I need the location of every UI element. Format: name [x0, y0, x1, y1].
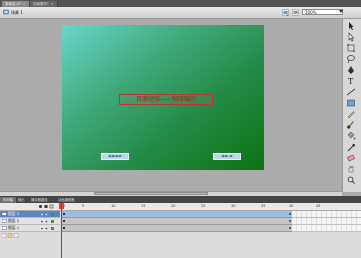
frame-number: 20	[171, 204, 176, 208]
pencil-tool-icon[interactable]	[345, 109, 357, 119]
svg-text:T: T	[348, 77, 354, 86]
scene-icon	[3, 9, 9, 15]
close-icon[interactable]: ×	[23, 2, 26, 6]
zoom-select[interactable]: 100%	[302, 9, 343, 15]
line-tool-icon[interactable]	[345, 87, 357, 97]
stage-button-left[interactable]: ▬▬▬▬	[101, 153, 129, 160]
playhead[interactable]	[61, 203, 62, 258]
layer-name[interactable]: 图层 3	[8, 211, 19, 217]
outline-icon	[49, 204, 54, 209]
edit-scene-icon[interactable]	[282, 9, 289, 16]
layer-row-3[interactable]: 图层 3	[0, 211, 60, 218]
new-folder-icon	[7, 233, 13, 238]
layer-toggles[interactable]	[40, 226, 58, 230]
layer-icon	[2, 219, 7, 223]
lasso-tool-icon[interactable]	[345, 54, 357, 64]
rectangle-tool-icon[interactable]	[345, 98, 357, 108]
zoom-tool-icon[interactable]	[345, 175, 357, 185]
layer-controls-header[interactable]	[38, 204, 60, 209]
paint-bucket-tool-icon[interactable]	[345, 131, 357, 141]
pen-tool-icon[interactable]	[345, 65, 357, 75]
end-frame-marker	[289, 213, 291, 215]
eyedropper-tool-icon[interactable]	[345, 142, 357, 152]
selection-tool-icon[interactable]	[345, 21, 357, 31]
frame-number: 40	[289, 204, 294, 208]
chevron-down-icon[interactable]	[339, 10, 343, 13]
frame-number: 25	[201, 204, 206, 208]
free-transform-tool-icon[interactable]	[345, 43, 357, 53]
end-frame-marker	[289, 220, 291, 222]
new-layer-icon	[2, 233, 7, 238]
keyframe[interactable]	[63, 220, 65, 222]
subselection-tool-icon[interactable]	[345, 32, 357, 42]
eraser-tool-icon[interactable]	[345, 153, 357, 163]
document-tab-1-label: 未命名-1*	[5, 2, 21, 6]
empty-frames[interactable]	[292, 211, 361, 218]
layer-name[interactable]: 图层 1	[8, 225, 19, 231]
keyframe[interactable]	[63, 213, 65, 215]
layer-name[interactable]: 图层 2	[8, 218, 19, 224]
layer-icon	[2, 226, 7, 230]
delete-icon	[13, 233, 19, 238]
stage-button-right[interactable]: ▬▬ ▬	[213, 153, 241, 160]
brush-tool-icon[interactable]	[345, 120, 357, 130]
lock-icon	[44, 205, 48, 208]
layer-icon	[2, 212, 7, 216]
frame-number: 5	[82, 204, 85, 208]
end-frame-marker	[289, 227, 291, 229]
frame-number: 45	[316, 204, 321, 208]
frame-number: 35	[261, 204, 266, 208]
frame-number: 15	[141, 204, 146, 208]
layer-toggles[interactable]	[40, 212, 58, 216]
scene-label[interactable]: 场景 1	[11, 9, 23, 16]
edit-symbols-icon[interactable]	[292, 9, 299, 16]
text-tool-icon[interactable]: T	[345, 76, 357, 86]
empty-frames[interactable]	[292, 225, 361, 232]
frame-span-layer-2[interactable]	[62, 218, 292, 225]
hand-tool-icon[interactable]	[345, 164, 357, 174]
frame-number: 30	[231, 204, 236, 208]
layer-toggles[interactable]	[40, 219, 58, 223]
timeline-layer-buttons[interactable]	[2, 233, 22, 238]
eye-icon	[39, 205, 42, 208]
layer-row-1[interactable]: 图层 1	[0, 225, 60, 232]
stage-title-text[interactable]: 百度经验——咖啡味的	[119, 94, 213, 105]
layer-row-2[interactable]: 图层 2	[0, 218, 60, 225]
frame-span-layer-1[interactable]	[62, 225, 292, 232]
document-tab-2-label: 场景素材*	[33, 2, 49, 6]
keyframe[interactable]	[63, 227, 65, 229]
empty-frames[interactable]	[292, 218, 361, 225]
close-icon[interactable]: ×	[51, 2, 54, 6]
frame-number: 10	[111, 204, 116, 208]
scrollbar-thumb[interactable]	[94, 192, 208, 195]
frame-span-layer-3[interactable]	[62, 211, 292, 218]
